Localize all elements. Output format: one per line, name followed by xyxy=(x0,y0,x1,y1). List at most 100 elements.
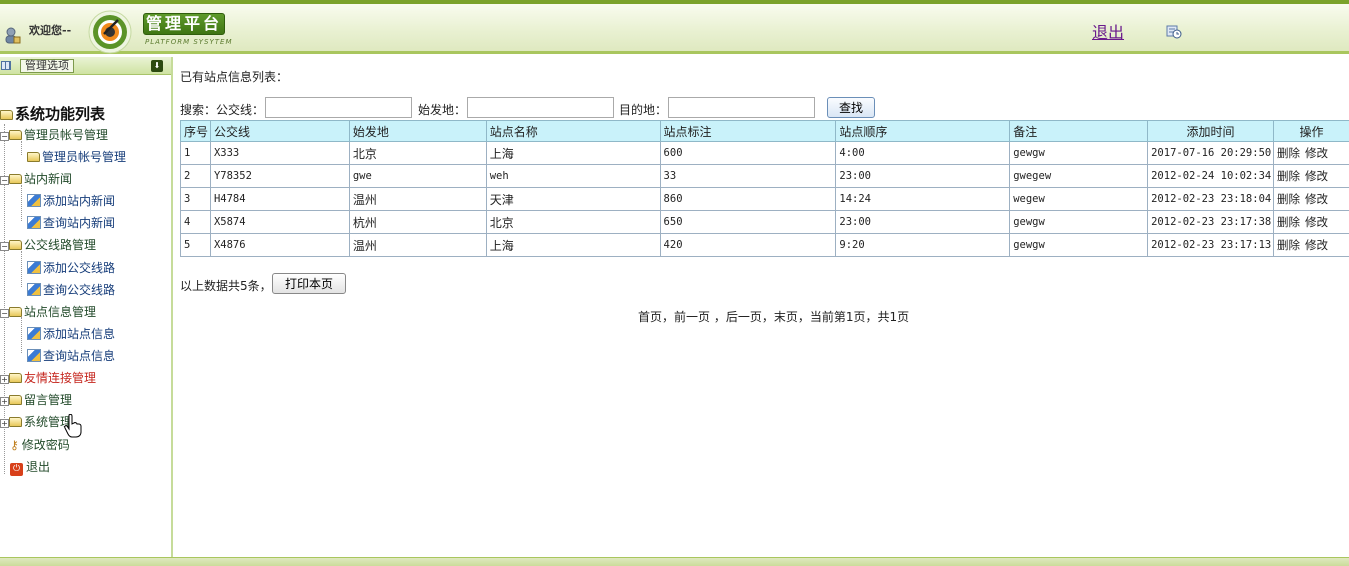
collapse-icon[interactable]: − xyxy=(0,176,9,185)
exit-icon: ⏻ xyxy=(10,463,23,476)
platform-title: 管理平台 xyxy=(143,13,225,35)
table-row: 2 Y78352 gwe weh 33 23:00 gwegew 2012-02… xyxy=(180,164,1349,188)
tree-root-label: 系统功能列表 xyxy=(15,105,106,123)
expand-icon[interactable]: + xyxy=(0,397,9,406)
sidebar-group-label: 管理员帐号管理 xyxy=(24,128,109,142)
cell-bus-line: X5874 xyxy=(209,210,350,234)
sidebar-group-label: 站点信息管理 xyxy=(24,305,97,319)
footer-bar xyxy=(0,557,1349,566)
sidebar-group-label: 留言管理 xyxy=(24,393,73,407)
edit-link[interactable]: 修改 xyxy=(1305,215,1328,229)
sidebar-item-add-station[interactable]: 添加站点信息 xyxy=(27,325,115,342)
delete-link[interactable]: 删除 xyxy=(1277,146,1300,160)
sidebar-item-query-bus-line[interactable]: 查询公交线路 xyxy=(27,281,115,298)
edit-link[interactable]: 修改 xyxy=(1305,169,1328,183)
expand-icon[interactable]: + xyxy=(0,375,9,384)
expand-icon[interactable]: + xyxy=(0,419,9,428)
edit-link[interactable]: 修改 xyxy=(1305,146,1328,160)
sidebar-header: 管理选项 ⬇ xyxy=(0,57,171,75)
folder-icon xyxy=(9,174,22,184)
sidebar-item-change-password[interactable]: ⚷ 修改密码 xyxy=(10,436,70,453)
grid-icon xyxy=(1,61,11,70)
edit-icon xyxy=(27,327,41,340)
cell-station-name: weh xyxy=(485,164,661,188)
sidebar-group-label: 站内新闻 xyxy=(24,172,73,186)
print-button[interactable]: 打印本页 xyxy=(272,273,346,294)
sidebar-item-add-bus-line[interactable]: 添加公交线路 xyxy=(27,259,115,276)
table-row: 5 X4876 温州 上海 420 9:20 gewgw 2012-02-23 … xyxy=(180,233,1349,257)
list-title: 已有站点信息列表： xyxy=(180,70,289,84)
sidebar-item-query-station[interactable]: 查询站点信息 xyxy=(27,347,115,364)
delete-link[interactable]: 删除 xyxy=(1277,238,1300,252)
sidebar-group-friend-links[interactable]: + 友情连接管理 xyxy=(0,369,96,386)
cell-remark: gewgw xyxy=(1009,141,1149,165)
sidebar-group-messages[interactable]: + 留言管理 xyxy=(0,391,72,408)
sidebar-item-label: 查询公交线路 xyxy=(43,283,116,297)
hand-cursor-icon xyxy=(64,414,82,438)
clock-icon[interactable] xyxy=(1166,25,1182,39)
sidebar-item-label: 添加站点信息 xyxy=(43,327,116,341)
cell-bus-line: Y78352 xyxy=(209,164,350,188)
folder-icon xyxy=(9,307,22,317)
pagination[interactable]: 首页，前一页 ，后一页，末页，当前第1页，共1页 xyxy=(638,308,909,325)
table-row: 4 X5874 杭州 北京 650 23:00 gewgw 2012-02-23… xyxy=(180,210,1349,234)
edit-link[interactable]: 修改 xyxy=(1305,192,1328,206)
cell-index: 5 xyxy=(180,233,211,257)
sidebar-group-stations[interactable]: − 站点信息管理 xyxy=(0,303,96,320)
destination-input[interactable] xyxy=(668,97,815,118)
sidebar-group-system[interactable]: + 系统管理 xyxy=(0,413,72,430)
cell-start: gwe xyxy=(348,164,487,188)
edit-link[interactable]: 修改 xyxy=(1305,238,1328,252)
table-row: 3 H4784 温州 天津 860 14:24 wegew 2012-02-23… xyxy=(180,187,1349,211)
sidebar-item-label: 添加公交线路 xyxy=(43,261,116,275)
cell-actions: 删除 修改 xyxy=(1273,187,1349,211)
delete-link[interactable]: 删除 xyxy=(1277,215,1300,229)
tree-guide-line xyxy=(21,185,22,221)
cell-index: 3 xyxy=(180,187,211,211)
sidebar-item-exit[interactable]: ⏻ 退出 xyxy=(10,458,50,476)
cell-added-time: 2017-07-16 20:29:50 xyxy=(1147,141,1275,165)
sidebar-item-label: 退出 xyxy=(26,460,51,474)
tree-guide-line xyxy=(21,317,22,353)
folder-icon xyxy=(9,240,22,250)
sidebar-item-query-news[interactable]: 查询站内新闻 xyxy=(27,214,115,231)
cell-station-mark: 600 xyxy=(659,141,837,165)
sidebar-item-add-news[interactable]: 添加站内新闻 xyxy=(27,192,115,209)
cell-added-time: 2012-02-24 10:02:34 xyxy=(1147,164,1275,188)
cell-station-order: 9:20 xyxy=(835,233,1011,257)
logout-link[interactable]: 退出 xyxy=(1092,19,1124,43)
sidebar-group-label: 友情连接管理 xyxy=(24,371,97,385)
collapse-icon[interactable]: − xyxy=(0,242,9,251)
bus-line-input[interactable] xyxy=(265,97,412,118)
sidebar-group-bus-lines[interactable]: − 公交线路管理 xyxy=(0,236,96,253)
menu-options-button[interactable]: 管理选项 xyxy=(20,59,74,73)
sidebar-group-admin-accounts[interactable]: − 管理员帐号管理 xyxy=(0,126,108,143)
main-content: 已有站点信息列表： 搜索： 公交线： 始发地： 目的地： 查找 序号 公交线 始… xyxy=(175,57,1349,557)
collapse-arrow-icon[interactable]: ⬇ xyxy=(151,60,163,72)
cell-index: 4 xyxy=(180,210,211,234)
cell-remark: gwegew xyxy=(1009,164,1149,188)
cell-station-order: 4:00 xyxy=(835,141,1011,165)
cell-station-mark: 33 xyxy=(659,164,837,188)
cell-remark: gewgw xyxy=(1009,233,1149,257)
cell-station-mark: 650 xyxy=(659,210,837,234)
edit-icon xyxy=(27,194,41,207)
sidebar-item-label: 修改密码 xyxy=(21,438,70,452)
column-header: 站点顺序 xyxy=(835,120,1011,142)
search-prefix: 搜索： xyxy=(180,103,217,117)
search-button[interactable]: 查找 xyxy=(827,97,875,118)
folder-icon xyxy=(9,373,22,383)
collapse-icon[interactable]: − xyxy=(0,132,9,141)
collapse-icon[interactable]: − xyxy=(0,309,9,318)
cell-added-time: 2012-02-23 23:17:38 xyxy=(1147,210,1275,234)
start-input[interactable] xyxy=(467,97,614,118)
sidebar-item-label: 查询站内新闻 xyxy=(43,216,116,230)
delete-link[interactable]: 删除 xyxy=(1277,192,1300,206)
delete-link[interactable]: 删除 xyxy=(1277,169,1300,183)
cell-actions: 删除 修改 xyxy=(1273,141,1349,165)
folder-icon xyxy=(9,130,22,140)
sidebar-item-admin-accounts[interactable]: 管理员帐号管理 xyxy=(27,148,126,165)
sidebar-group-site-news[interactable]: − 站内新闻 xyxy=(0,170,72,187)
tree-guide-line xyxy=(21,251,22,287)
edit-icon xyxy=(27,283,41,296)
